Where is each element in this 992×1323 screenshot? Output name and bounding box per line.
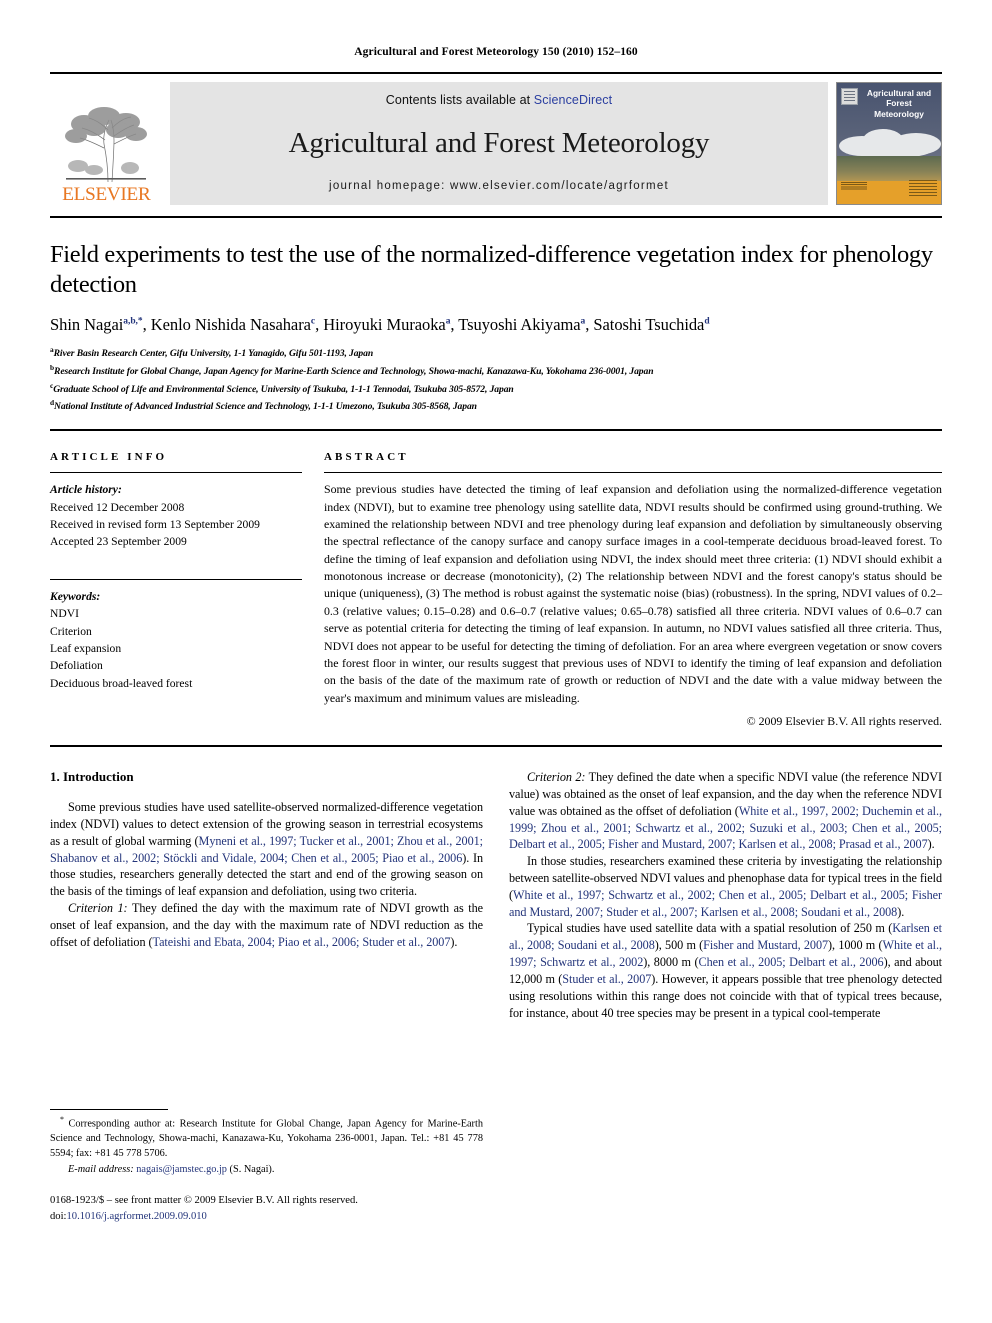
journal-band: Contents lists available at ScienceDirec… (170, 82, 828, 205)
email-owner: (S. Nagai). (229, 1163, 275, 1175)
keyword-item: Criterion (50, 624, 92, 638)
title-divider (50, 216, 942, 218)
keyword-item: NDVI (50, 607, 79, 621)
affiliation-item: cGraduate School of Life and Environment… (50, 380, 942, 398)
paragraph: In those studies, researchers examined t… (509, 853, 942, 920)
affiliation-item: aRiver Basin Research Center, Gifu Unive… (50, 344, 942, 362)
corresponding-author-note: * Corresponding author at: Research Inst… (50, 1114, 483, 1161)
imprint-block: 0168-1923/$ – see front matter © 2009 El… (50, 1193, 483, 1224)
copyright-notice: © 2009 Elsevier B.V. All rights reserved… (746, 714, 942, 729)
paragraph: Criterion 1: They defined the day with t… (50, 900, 483, 950)
article-info-divider (50, 472, 302, 474)
cover-caption-left (841, 182, 867, 190)
article-history-item: Received 12 December 2008 (50, 500, 185, 514)
affiliation-text: River Basin Research Center, Gifu Univer… (53, 348, 374, 360)
criterion-label: Criterion 1: (68, 901, 128, 915)
doi-line: doi:10.1016/j.agrformet.2009.09.010 (50, 1209, 483, 1224)
journal-homepage-link[interactable]: journal homepage: www.elsevier.com/locat… (329, 180, 669, 192)
citation[interactable]: Chen et al., 2005; Delbart et al., 2006 (699, 955, 884, 969)
abstract-column: ABSTRACT Some previous studies have dete… (324, 451, 942, 729)
keywords-divider (50, 578, 302, 580)
affiliation-text: National Institute of Advanced Industria… (54, 401, 477, 413)
elsevier-tree-icon (64, 104, 148, 184)
keyword-item: Defoliation (50, 659, 103, 673)
citation[interactable]: White et al., 1997; Schwartz et al., 200… (509, 888, 942, 919)
elsevier-logo: ELSEVIER (50, 82, 162, 205)
affiliation-item: bResearch Institute for Global Change, J… (50, 362, 942, 380)
email-label: E-mail address: (68, 1163, 134, 1175)
cover-publisher-icon (841, 88, 858, 105)
keyword-item: Deciduous broad-leaved forest (50, 676, 193, 690)
body-column-left: 1. Introduction Some previous studies ha… (50, 769, 483, 1224)
affiliation-item: dNational Institute of Advanced Industri… (50, 397, 942, 415)
asterisk-icon: * (60, 1115, 64, 1125)
sciencedirect-link[interactable]: ScienceDirect (534, 93, 612, 107)
doi-link[interactable]: 10.1016/j.agrformet.2009.09.010 (66, 1211, 206, 1222)
affiliation-text: Graduate School of Life and Environmenta… (53, 383, 514, 395)
info-abstract-section: ARTICLE INFO Article history: Received 1… (50, 429, 942, 729)
journal-title: Agricultural and Forest Meteorology (288, 127, 710, 159)
footnote-block: * Corresponding author at: Research Inst… (50, 1109, 483, 1224)
doi-prefix: doi: (50, 1210, 67, 1222)
citation[interactable]: Tateishi and Ebata, 2004; Piao et al., 2… (153, 935, 451, 949)
criterion-label: Criterion 2: (527, 770, 586, 785)
article-history-item: Accepted 23 September 2009 (50, 535, 187, 549)
contents-list-line: Contents lists available at ScienceDirec… (386, 93, 612, 107)
abstract-heading: ABSTRACT (324, 451, 409, 464)
corresponding-author-text: Corresponding author at: Research Instit… (50, 1118, 483, 1160)
paragraph: Typical studies have used satellite data… (509, 920, 942, 1021)
citation[interactable]: Fisher and Mustard, 2007 (703, 938, 828, 952)
article-info-heading: ARTICLE INFO (50, 451, 168, 464)
affiliation-list: aRiver Basin Research Center, Gifu Unive… (50, 344, 942, 415)
cover-title: Agricultural and Forest Meteorology (866, 88, 932, 119)
paragraph: Some previous studies have used satellit… (50, 799, 483, 900)
imprint-line: 0168-1923/$ – see front matter © 2009 El… (50, 1195, 358, 1207)
affiliation-text: Research Institute for Global Change, Ja… (54, 366, 654, 378)
keyword-item: Leaf expansion (50, 641, 122, 655)
journal-cover-thumbnail: Agricultural and Forest Meteorology (836, 82, 942, 205)
article-info-column: ARTICLE INFO Article history: Received 1… (50, 451, 302, 729)
email-note: E-mail address: nagais@jamstec.go.jp (S.… (50, 1163, 483, 1178)
email-link[interactable]: nagais@jamstec.go.jp (136, 1164, 227, 1175)
paragraph: Criterion 2: They defined the date when … (509, 769, 942, 853)
elsevier-wordmark: ELSEVIER (61, 184, 151, 205)
running-head: Agricultural and Forest Meteorology 150 … (354, 46, 638, 58)
body-columns: 1. Introduction Some previous studies ha… (50, 769, 942, 1224)
article-history-item: Received in revised form 13 September 20… (50, 517, 260, 531)
paragraph-text: ). (897, 904, 905, 919)
paragraph-text: ), 8000 m ( (643, 955, 699, 970)
paragraph-text: Typical studies have used satellite data… (527, 921, 893, 936)
paragraph-text: ). (450, 934, 458, 949)
article-history-label: Article history: (50, 483, 122, 497)
author-list: Shin Nagaia,b,*, Kenlo Nishida Nasaharac… (50, 315, 710, 335)
paper-page: Agricultural and Forest Meteorology 150 … (0, 0, 992, 1323)
journal-masthead: ELSEVIER Contents lists available at Sci… (50, 72, 942, 205)
keywords-label: Keywords: (50, 589, 101, 603)
abstract-divider (324, 472, 942, 474)
body-column-right: Criterion 2: They defined the date when … (509, 769, 942, 1224)
paragraph-text: ). (927, 837, 935, 852)
page-title: Field experiments to test the use of the… (50, 241, 933, 298)
footnote-divider (50, 1109, 168, 1111)
contents-prefix: Contents lists available at (385, 93, 534, 107)
citation[interactable]: Studer et al., 2007 (562, 972, 651, 986)
cover-caption-right (909, 180, 937, 198)
paragraph-text: ), 500 m ( (654, 938, 704, 953)
abstract-text: Some previous studies have detected the … (324, 482, 942, 705)
paragraph-text: ), 1000 m ( (828, 938, 883, 953)
section-heading-introduction: 1. Introduction (50, 769, 134, 785)
body-divider (50, 745, 942, 748)
